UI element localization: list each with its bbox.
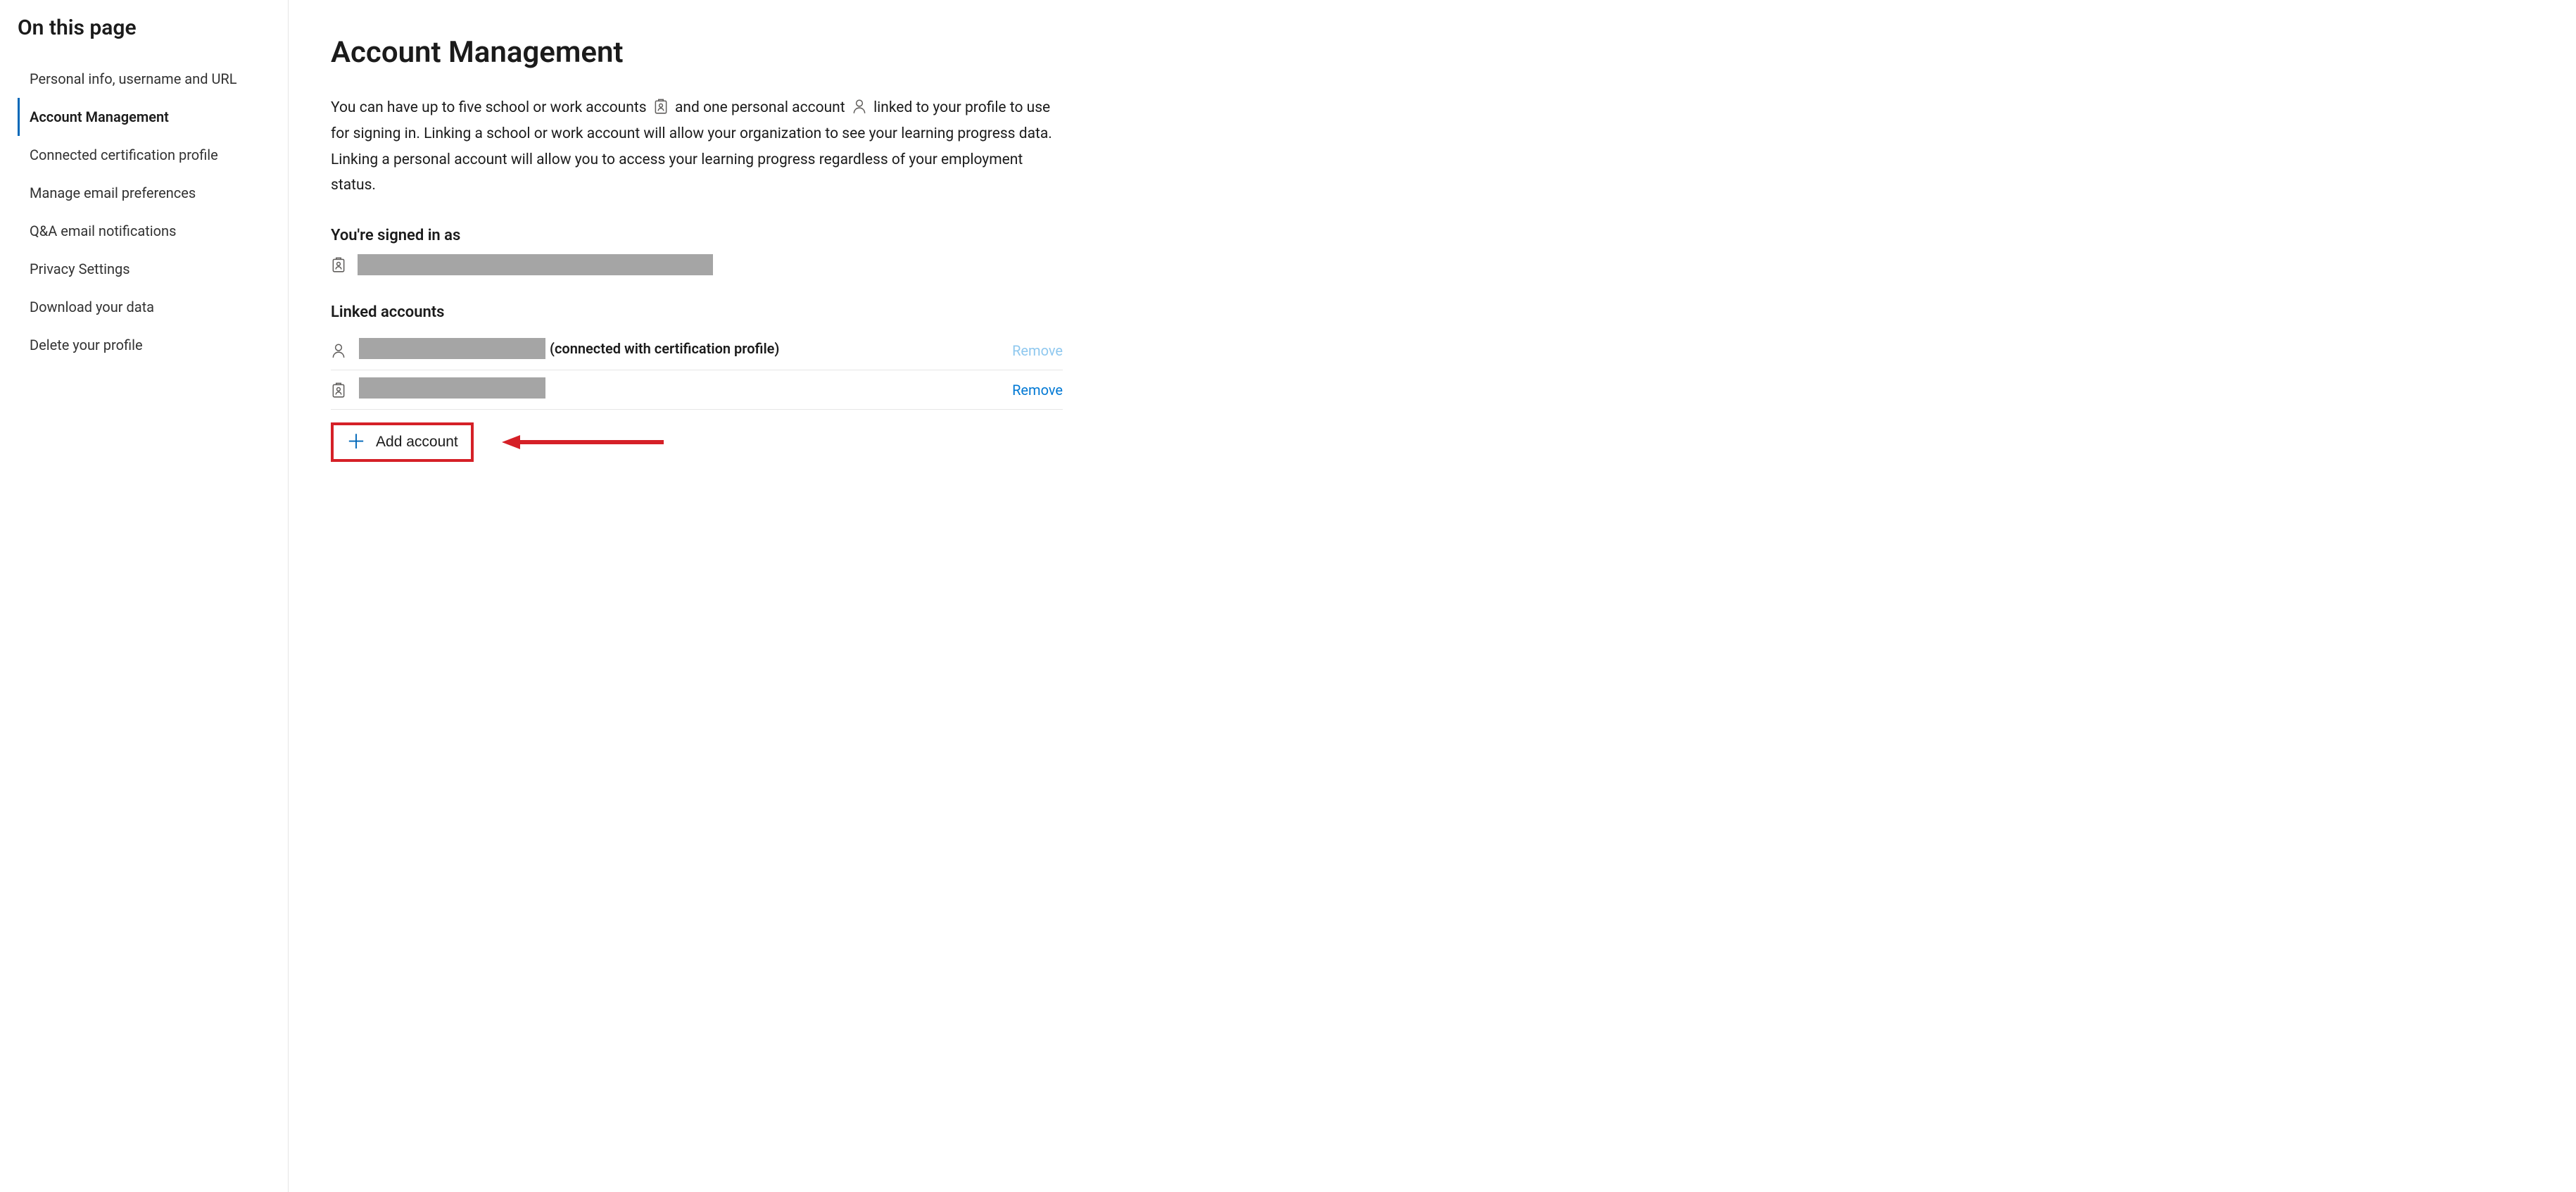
sidebar-item-connected-cert[interactable]: Connected certification profile [18, 136, 270, 174]
linked-accounts-table: (connected with certification profile) R… [331, 331, 1063, 410]
add-account-button[interactable]: ＋ Add account [331, 422, 474, 462]
signed-in-row [331, 254, 1063, 275]
sidebar-item-qa-notifications[interactable]: Q&A email notifications [18, 212, 270, 250]
linked-account-redacted [359, 338, 545, 359]
person-icon [852, 98, 867, 115]
plus-icon: ＋ [346, 432, 366, 452]
add-account-wrap: ＋ Add account [331, 422, 664, 462]
sidebar-item-account-management[interactable]: Account Management [18, 98, 270, 136]
sidebar-item-personal-info[interactable]: Personal info, username and URL [18, 60, 270, 98]
sidebar-item-download-data[interactable]: Download your data [18, 288, 270, 326]
sidebar-nav-list: Personal info, username and URL Account … [18, 60, 270, 364]
linked-account-note: (connected with certification profile) [550, 340, 779, 357]
remove-account-link[interactable]: Remove [1012, 342, 1063, 359]
badge-icon [653, 98, 669, 115]
linked-account-label [359, 377, 550, 399]
signed-in-account-redacted [358, 254, 713, 275]
badge-icon [331, 382, 359, 399]
intro-text-2: and one personal account [675, 99, 845, 116]
sidebar-item-delete-profile[interactable]: Delete your profile [18, 326, 270, 364]
linked-account-row: Remove [331, 370, 1063, 410]
linked-account-row: (connected with certification profile) R… [331, 331, 1063, 370]
person-icon [331, 342, 359, 359]
add-account-label: Add account [376, 434, 458, 451]
callout-arrow-icon [502, 434, 664, 451]
remove-account-link[interactable]: Remove [1012, 382, 1063, 399]
linked-account-label: (connected with certification profile) [359, 338, 779, 359]
intro-paragraph: You can have up to five school or work a… [331, 95, 1063, 199]
page-title: Account Management [331, 35, 1063, 70]
linked-account-redacted [359, 377, 545, 399]
signed-in-heading: You're signed in as [331, 227, 1063, 244]
sidebar-title: On this page [18, 15, 270, 40]
badge-icon [331, 256, 346, 273]
intro-text-1: You can have up to five school or work a… [331, 99, 647, 116]
linked-accounts-heading: Linked accounts [331, 303, 1063, 321]
main-content: Account Management You can have up to fi… [289, 0, 1105, 1192]
sidebar: On this page Personal info, username and… [0, 0, 289, 1192]
sidebar-item-privacy[interactable]: Privacy Settings [18, 250, 270, 288]
sidebar-item-email-prefs[interactable]: Manage email preferences [18, 174, 270, 212]
page-root: On this page Personal info, username and… [0, 0, 2576, 1192]
